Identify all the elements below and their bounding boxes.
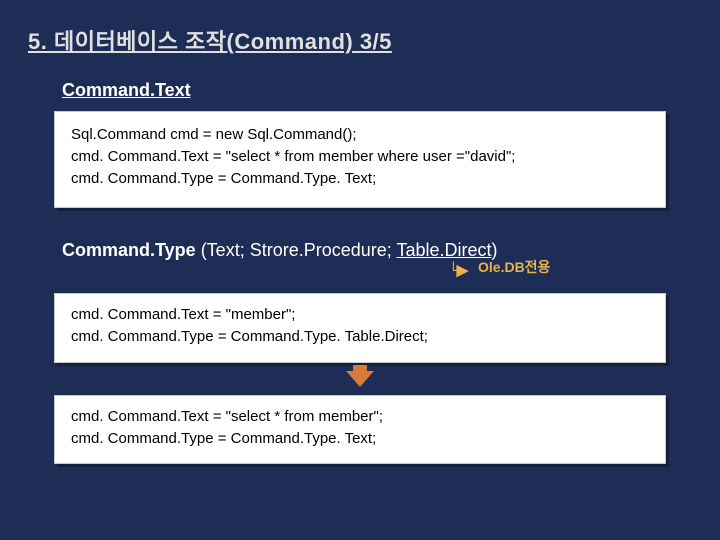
code-line: cmd. Command.Type = Command.Type. Text; [71, 428, 649, 450]
down-arrow-icon [346, 371, 374, 387]
code-line: cmd. Command.Text = "select * from membe… [71, 406, 649, 428]
annotation-row: └▶ Ole.DB전용 [62, 261, 692, 287]
code-box-2: cmd. Command.Text = "member"; cmd. Comma… [54, 293, 666, 363]
code-box-1: Sql.Command cmd = new Sql.Command(); cmd… [54, 111, 666, 208]
code-line: cmd. Command.Type = Command.Type. Text; [71, 168, 649, 190]
down-arrow-container [28, 369, 692, 391]
annotation-text: Ole.DB전용 [478, 257, 550, 277]
section-heading-commandtext: Command.Text [62, 80, 692, 101]
code-box-3: cmd. Command.Text = "select * from membe… [54, 395, 666, 465]
slide-title: 5. 데이터베이스 조작(Command) 3/5 [28, 24, 692, 56]
code-line: cmd. Command.Text = "select * from membe… [71, 146, 649, 168]
section-heading-commandtype: Command.Type (Text; Strore.Procedure; Ta… [62, 240, 692, 261]
slide: 5. 데이터베이스 조작(Command) 3/5 Command.Text S… [0, 0, 720, 540]
commandtype-label: Command.Type [62, 240, 196, 260]
code-line: Sql.Command cmd = new Sql.Command(); [71, 124, 649, 146]
annotation-arrow-icon: └▶ [448, 261, 466, 279]
commandtype-sub-prefix: (Text; Strore.Procedure; [196, 240, 397, 260]
code-line: cmd. Command.Text = "member"; [71, 304, 649, 326]
code-line: cmd. Command.Type = Command.Type. Table.… [71, 326, 649, 348]
